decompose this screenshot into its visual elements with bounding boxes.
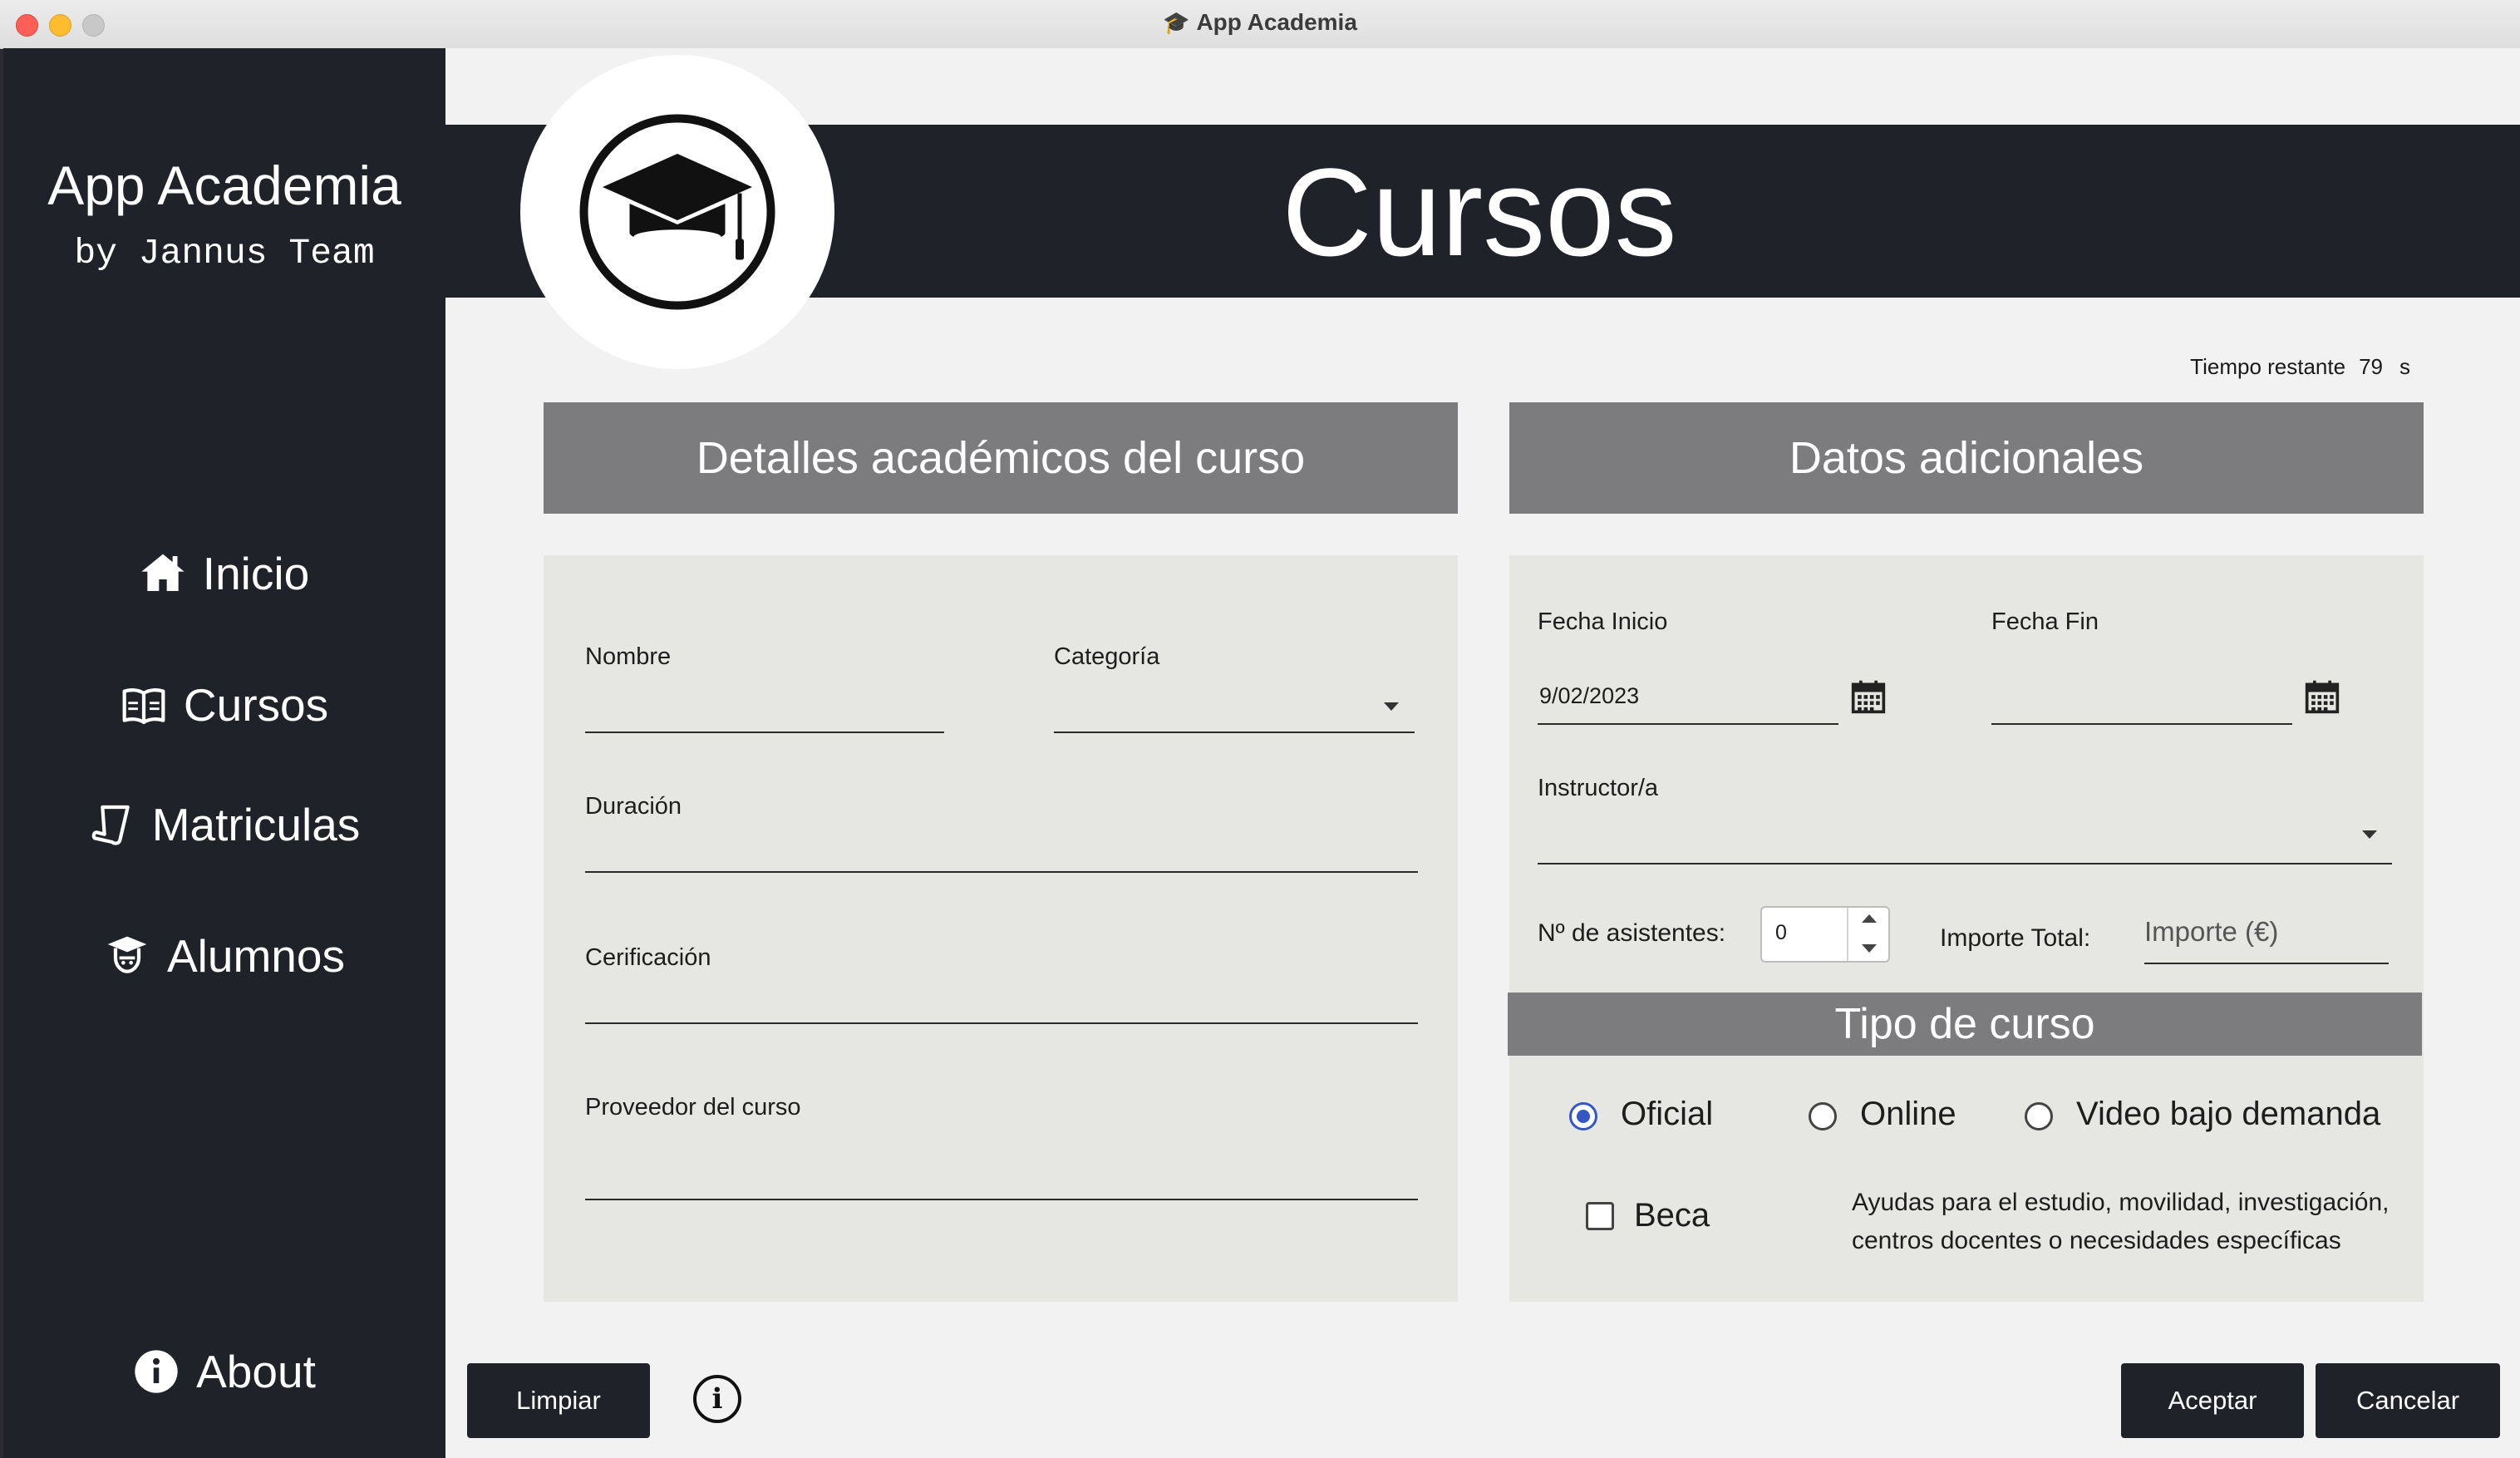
fecha-inicio-input[interactable]: 9/02/2023 (1539, 683, 1838, 709)
calendar-icon[interactable] (1850, 678, 1887, 715)
asistentes-value[interactable]: 0 (1775, 921, 1787, 945)
increment-icon[interactable] (1862, 914, 1877, 923)
importe-underline (2144, 963, 2389, 964)
radio-video-label[interactable]: Video bajo demanda (2076, 1096, 2380, 1133)
sidebar-item-cursos[interactable]: Cursos (3, 665, 445, 745)
sidebar-item-about[interactable]: About (3, 1332, 445, 1411)
app-name: App Academia (47, 155, 401, 216)
radio-oficial[interactable] (1569, 1102, 1597, 1130)
logo (520, 55, 834, 369)
importe-input[interactable]: Importe (€) (2144, 916, 2278, 948)
timer-unit: s (2399, 354, 2410, 379)
graduation-cap-icon: 🎓 (1163, 10, 1190, 35)
calendar-icon[interactable] (2304, 678, 2340, 715)
sidebar-item-matriculas[interactable]: Matriculas (3, 785, 445, 864)
limpiar-button[interactable]: Limpiar (467, 1363, 650, 1438)
nombre-label: Nombre (585, 643, 672, 670)
asistentes-label: Nº de asistentes: (1538, 919, 1726, 947)
stepper-divider (1847, 908, 1848, 961)
certificacion-underline (585, 1022, 1418, 1024)
aceptar-button[interactable]: Aceptar (2121, 1363, 2304, 1438)
proveedor-label: Proveedor del curso (585, 1094, 801, 1121)
fecha-fin-label: Fecha Fin (1991, 608, 2099, 635)
info-icon[interactable]: i (693, 1375, 741, 1423)
radio-oficial-label[interactable]: Oficial (1621, 1096, 1713, 1133)
instructor-select[interactable] (1538, 823, 2369, 856)
timer-value: 79 (2359, 354, 2383, 379)
certificacion-input[interactable] (585, 986, 1416, 1019)
sidebar-item-alumnos[interactable]: Alumnos (3, 916, 445, 996)
sidebar-item-label: Alumnos (167, 930, 345, 982)
categoria-underline (1054, 731, 1415, 733)
info-icon (133, 1348, 180, 1395)
open-book-icon (121, 682, 167, 728)
window-titlebar: 🎓 App Academia (0, 0, 2520, 49)
instructor-label: Instructor/a (1538, 775, 1659, 801)
home-icon (140, 550, 186, 597)
instructor-underline (1538, 863, 2392, 864)
app-byline: by Jannus Team (74, 233, 375, 273)
proveedor-underline (585, 1199, 1418, 1200)
student-icon (104, 933, 150, 979)
timer-label: Tiempo restante (2190, 354, 2346, 379)
window-title-text: App Academia (1196, 9, 1357, 35)
fecha-fin-input[interactable] (1991, 683, 2291, 713)
sidebar: App Academia by Jannus Team Inicio Curso… (3, 48, 445, 1458)
right-panel-title: Datos adicionales (1509, 402, 2424, 514)
radio-online[interactable] (1809, 1102, 1837, 1130)
importe-label: Importe Total: (1940, 924, 2091, 952)
categoria-label: Categoría (1054, 643, 1160, 670)
left-panel-title: Detalles académicos del curso (544, 402, 1458, 514)
radio-video-bajo-demanda[interactable] (2025, 1102, 2053, 1130)
nombre-input[interactable] (585, 695, 944, 728)
decrement-icon[interactable] (1862, 944, 1877, 953)
window-title: 🎓 App Academia (0, 9, 2520, 36)
page-title: Cursos (1282, 142, 1677, 282)
tipo-curso-title: Tipo de curso (1508, 993, 2422, 1056)
categoria-select[interactable] (1054, 695, 1413, 728)
cancelar-button[interactable]: Cancelar (2316, 1363, 2500, 1438)
timer: Tiempo restante 79 s (2128, 354, 2410, 380)
chevron-down-icon[interactable] (1384, 702, 1399, 711)
scroll-icon (89, 801, 135, 848)
proveedor-input[interactable] (585, 1160, 1416, 1194)
certificacion-label: Cerificación (585, 944, 711, 971)
beca-description: Ayudas para el estudio, movilidad, inves… (1852, 1189, 2390, 1254)
radio-online-label[interactable]: Online (1860, 1096, 1956, 1133)
chevron-down-icon[interactable] (2362, 830, 2377, 839)
sidebar-item-label: Inicio (202, 548, 310, 599)
fecha-inicio-underline (1538, 723, 1838, 725)
nombre-underline (585, 731, 944, 733)
sidebar-item-label: Cursos (183, 679, 329, 731)
sidebar-item-inicio[interactable]: Inicio (3, 534, 445, 613)
duracion-label: Duración (585, 793, 682, 820)
sidebar-item-label: Matriculas (151, 799, 361, 850)
fecha-inicio-label: Fecha Inicio (1538, 608, 1668, 635)
duracion-input[interactable] (585, 835, 1416, 868)
beca-label[interactable]: Beca (1634, 1197, 1710, 1234)
duracion-underline (585, 871, 1418, 873)
beca-checkbox[interactable] (1586, 1202, 1614, 1230)
sidebar-item-label: About (196, 1346, 316, 1397)
graduation-cap-icon (579, 114, 775, 310)
fecha-fin-underline (1991, 723, 2292, 725)
